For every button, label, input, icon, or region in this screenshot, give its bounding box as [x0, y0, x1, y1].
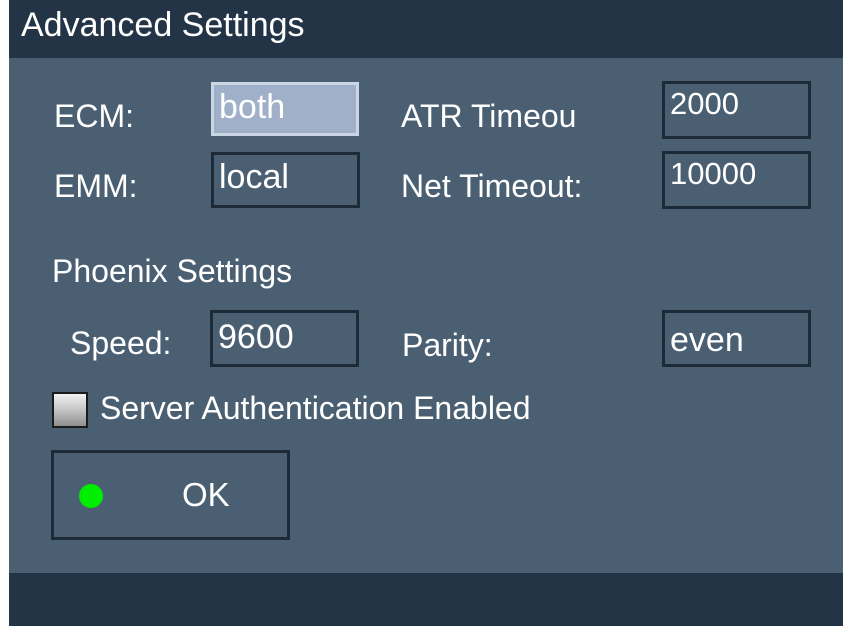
phoenix-settings-heading: Phoenix Settings [52, 253, 293, 289]
atr-timeout-label: ATR Timeou [401, 98, 577, 134]
server-auth-checkbox[interactable] [52, 392, 88, 428]
title-bar: Advanced Settings [9, 0, 843, 58]
server-auth-label: Server Authentication Enabled [100, 390, 531, 426]
ok-button-label: OK [182, 476, 230, 513]
ecm-label: ECM: [54, 98, 134, 134]
speed-label: Speed: [70, 325, 172, 361]
status-led-icon [79, 484, 103, 508]
net-timeout-field[interactable]: 10000 [662, 151, 811, 209]
emm-field[interactable]: local [211, 152, 360, 208]
parity-field[interactable]: even [662, 310, 811, 367]
emm-label: EMM: [54, 168, 138, 204]
window-title: Advanced Settings [21, 6, 305, 44]
net-timeout-label: Net Timeout: [401, 168, 583, 204]
speed-field[interactable]: 9600 [210, 310, 359, 367]
footer-bar [9, 573, 843, 626]
atr-timeout-field[interactable]: 2000 [662, 81, 811, 139]
ecm-field[interactable]: both [211, 82, 359, 136]
parity-label: Parity: [402, 327, 493, 363]
